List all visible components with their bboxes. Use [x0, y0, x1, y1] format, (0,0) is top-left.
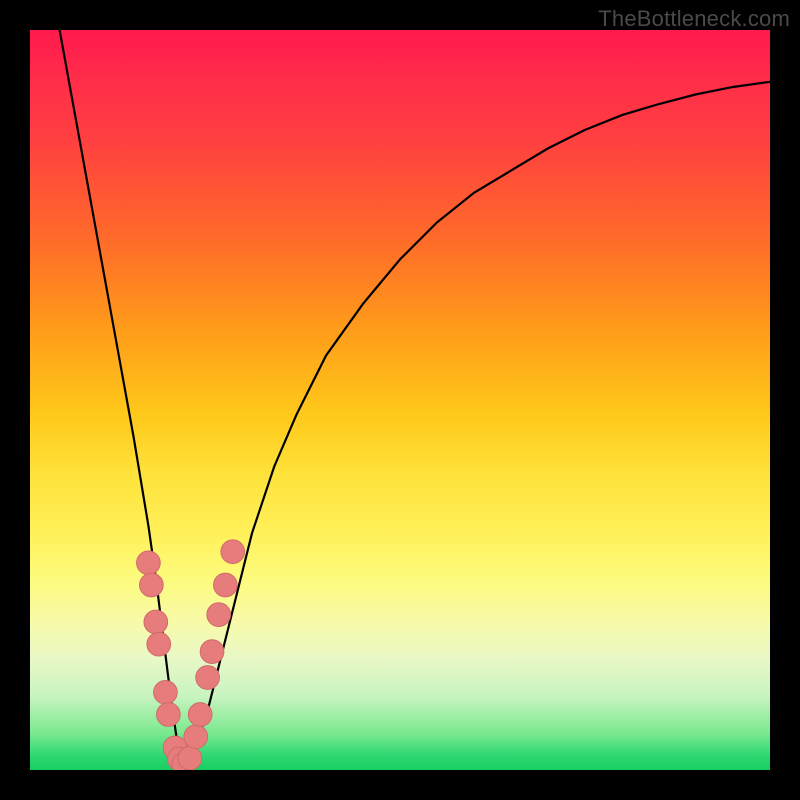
data-dot: [147, 632, 171, 656]
curve-layer: [30, 30, 770, 770]
data-dot: [157, 703, 181, 727]
data-dot: [200, 640, 224, 664]
plot-area: [30, 30, 770, 770]
data-dot: [207, 603, 231, 627]
data-dot: [214, 573, 238, 597]
watermark-text: TheBottleneck.com: [598, 6, 790, 32]
data-dot: [144, 610, 168, 634]
data-dot: [188, 703, 212, 727]
data-dot: [196, 666, 220, 690]
chart-frame: TheBottleneck.com: [0, 0, 800, 800]
data-dot: [137, 551, 161, 575]
data-dot: [154, 680, 178, 704]
data-dot: [184, 725, 208, 749]
data-dot: [221, 540, 245, 564]
data-dot: [178, 746, 202, 770]
bottleneck-curve: [60, 30, 770, 770]
data-dot: [140, 573, 164, 597]
data-dots: [137, 540, 245, 770]
